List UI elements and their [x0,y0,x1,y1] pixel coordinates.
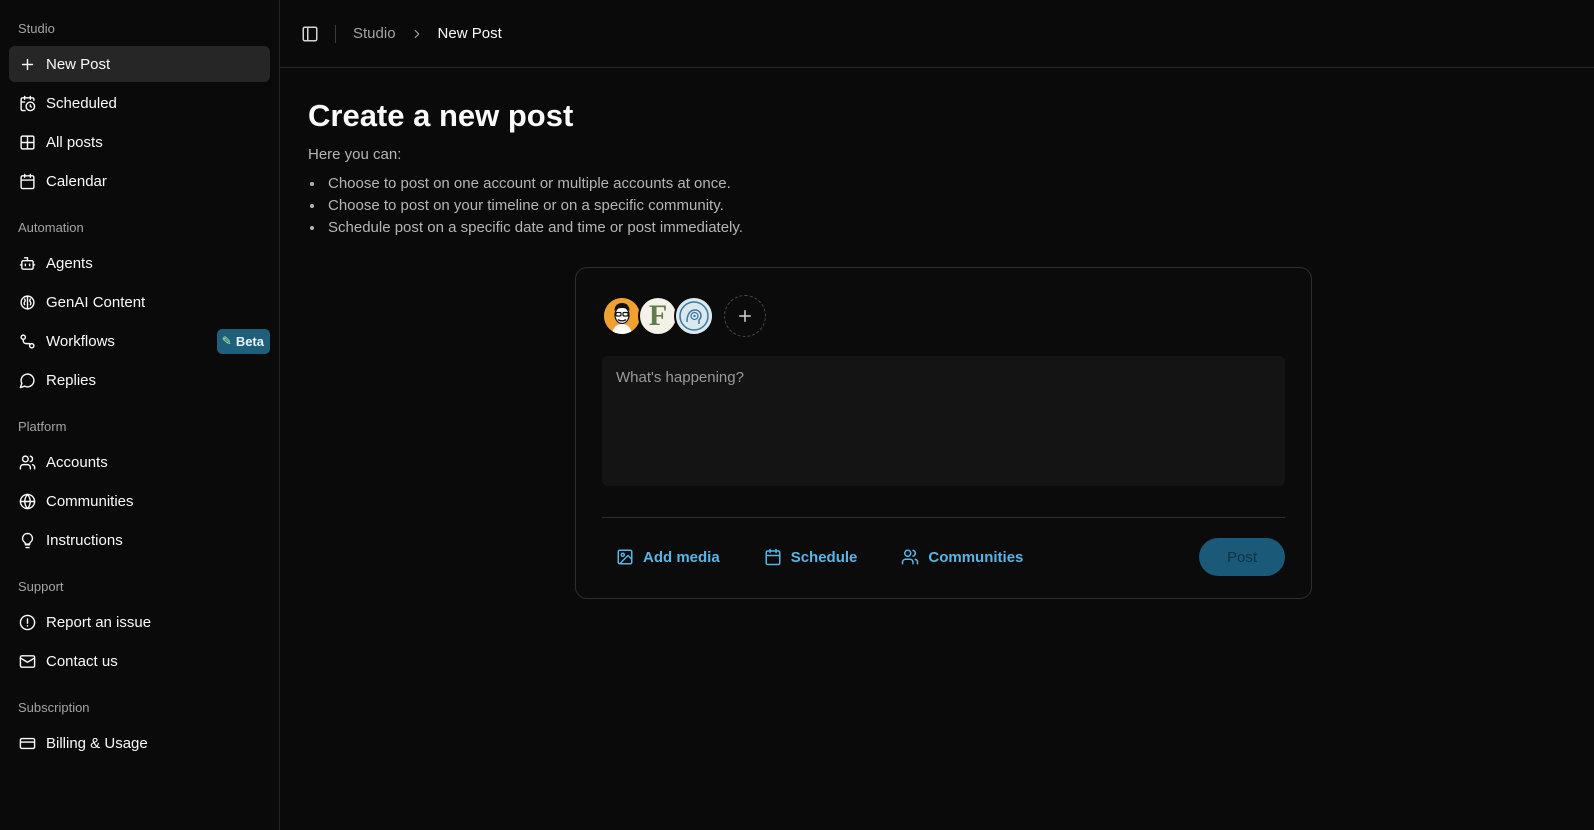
sidebar-item-label: Billing & Usage [46,734,148,752]
sidebar: Studio New Post Scheduled All posts Cale… [0,0,280,830]
sidebar-item-new-post[interactable]: New Post [9,46,270,82]
add-media-button[interactable]: Add media [616,548,720,566]
sidebar-group-platform: Platform Accounts Communities Instructio… [9,418,270,558]
sidebar-item-label: Contact us [46,652,118,670]
sidebar-group-label: Platform [18,419,67,434]
bot-icon [19,255,36,272]
main-content: Studio New Post Create a new post Here y… [280,0,1594,830]
pencil-icon: ✎ [221,334,232,348]
sidebar-item-all-posts[interactable]: All posts [9,124,270,160]
calendar-icon [764,548,782,566]
sidebar-item-label: Scheduled [46,94,117,112]
composer-card: F Add media [575,267,1312,599]
workflow-icon [19,333,36,350]
sidebar-item-agents[interactable]: Agents [9,245,270,281]
add-account-button[interactable] [724,295,766,337]
sidebar-item-workflows[interactable]: Workflows ✎ Beta [9,323,270,359]
mail-icon [19,653,36,670]
sidebar-group-support: Support Report an issue Contact us [9,578,270,679]
avatar-letter-f[interactable]: F [638,296,678,336]
sidebar-item-label: New Post [46,55,111,73]
alert-circle-icon [19,614,36,631]
beta-badge-label: Beta [235,333,264,349]
avatar-brain[interactable] [674,296,714,336]
sidebar-item-calendar[interactable]: Calendar [9,163,270,199]
post-content-input[interactable] [602,356,1285,486]
breadcrumb-current: New Post [437,25,502,42]
breadcrumb: Studio New Post [353,25,502,42]
sidebar-item-communities[interactable]: Communities [9,483,270,519]
users-icon [19,454,36,471]
sidebar-group-automation: Automation Agents GenAI Content Workflow… [9,219,270,398]
schedule-label: Schedule [790,548,858,566]
sidebar-group-label: Support [18,579,64,594]
page-title: Create a new post [308,98,574,133]
chevron-right-icon [410,27,424,41]
feature-list: Choose to post on one account or multipl… [308,173,1566,239]
sidebar-item-label: GenAI Content [46,293,146,311]
sidebar-toggle-icon[interactable] [300,24,320,44]
sidebar-item-genai-content[interactable]: GenAI Content [9,284,270,320]
sidebar-item-instructions[interactable]: Instructions [9,522,270,558]
topbar-divider [335,24,336,43]
page-content: Create a new post Here you can: Choose t… [280,68,1594,239]
sidebar-item-label: Accounts [46,453,108,471]
calendar-icon [19,173,36,190]
plus-icon [739,310,751,322]
topbar: Studio New Post [280,0,1594,68]
credit-card-icon [19,735,36,752]
account-avatars: F [602,295,1285,337]
lightbulb-icon [19,532,36,549]
sidebar-item-accounts[interactable]: Accounts [9,444,270,480]
image-icon [616,548,634,566]
sidebar-item-billing-usage[interactable]: Billing & Usage [9,725,270,761]
brain-icon [19,294,36,311]
list-item: Choose to post on your timeline or on a … [310,195,1566,217]
beta-badge: ✎ Beta [216,328,270,354]
message-circle-icon [19,372,36,389]
list-item: Choose to post on one account or multipl… [310,173,1566,195]
globe-icon [19,493,36,510]
users-icon [901,548,919,566]
sidebar-item-label: Report an issue [46,613,152,631]
calendar-clock-icon [19,95,36,112]
sidebar-group-label: Subscription [18,700,90,715]
sidebar-group-studio: Studio New Post Scheduled All posts Cale… [9,20,270,199]
communities-button[interactable]: Communities [901,548,1023,566]
sidebar-item-label: Replies [46,371,97,389]
sidebar-group-subscription: Subscription Billing & Usage [9,699,270,761]
sidebar-item-label: Agents [46,254,93,272]
sidebar-item-replies[interactable]: Replies [9,362,270,398]
sidebar-item-contact-us[interactable]: Contact us [9,643,270,679]
breadcrumb-studio[interactable]: Studio [353,25,396,42]
sidebar-item-report-issue[interactable]: Report an issue [9,604,270,640]
communities-label: Communities [928,548,1024,566]
sidebar-item-label: Communities [46,492,134,510]
avatar-letter: F [648,299,668,332]
grid-icon [19,134,36,151]
sidebar-item-label: All posts [46,133,103,151]
sidebar-item-scheduled[interactable]: Scheduled [9,85,270,121]
composer-actions: Add media Schedule Communities Post [602,518,1285,596]
plus-icon [19,56,36,73]
sidebar-item-label: Calendar [46,172,107,190]
schedule-button[interactable]: Schedule [764,548,858,566]
sidebar-group-label: Studio [18,21,55,36]
sidebar-item-label: Instructions [46,531,123,549]
avatar-person[interactable] [602,296,642,336]
post-button[interactable]: Post [1199,538,1285,576]
sidebar-group-label: Automation [18,220,84,235]
page-intro: Here you can: [308,146,402,163]
list-item: Schedule post on a specific date and tim… [310,217,1566,239]
add-media-label: Add media [643,548,720,566]
sidebar-item-label: Workflows [46,332,115,350]
